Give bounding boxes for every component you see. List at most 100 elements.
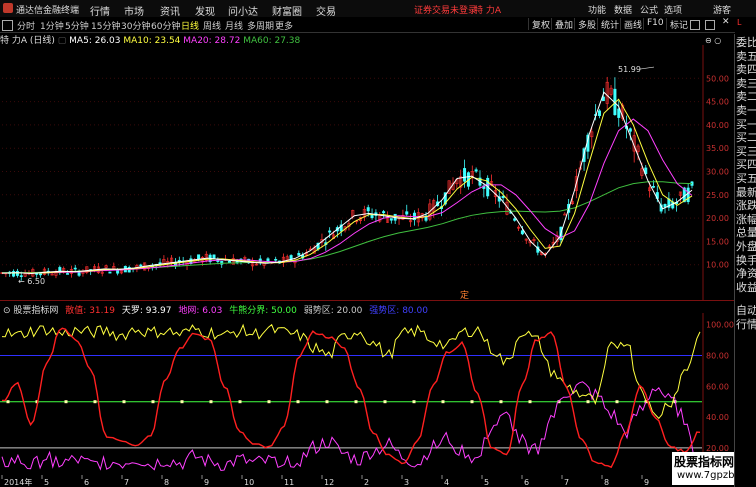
tab-15min[interactable]: 15分钟 xyxy=(91,19,120,32)
level-marker xyxy=(499,400,503,404)
quote-label[interactable]: 卖一 xyxy=(736,104,756,117)
menu-item-news[interactable]: 资讯 xyxy=(160,3,180,18)
window-icon[interactable] xyxy=(705,20,715,30)
auto-quote-label[interactable]: 自动 xyxy=(736,304,756,317)
quote-label[interactable]: 买二 xyxy=(736,131,756,144)
price-y-tick: 20.00 xyxy=(706,214,729,223)
candle-body xyxy=(108,271,112,274)
tab-more[interactable]: 更多 xyxy=(275,19,293,32)
quote-label[interactable]: 最新 xyxy=(736,186,756,199)
indicator-chart[interactable]: 20.0040.0060.0080.00100.00 xyxy=(0,313,734,475)
candle-body xyxy=(617,108,621,118)
menu-item-wealth[interactable]: 财富圈 xyxy=(272,3,302,18)
quote-label[interactable]: 总量 xyxy=(736,226,756,239)
quote-label[interactable]: 收益 xyxy=(736,281,756,294)
menu-item-discover[interactable]: 发现 xyxy=(195,3,215,18)
close-icon[interactable]: ✕ xyxy=(719,17,730,29)
candle-body xyxy=(463,168,467,182)
tab-weekly[interactable]: 周线 xyxy=(203,19,221,32)
tab-multi-period[interactable]: 多周期 xyxy=(247,19,274,32)
price-y-tick: 45.00 xyxy=(706,98,729,107)
high-price-label: 51.99 xyxy=(618,65,641,74)
level-marker xyxy=(296,400,300,404)
options-menu[interactable]: 选项 xyxy=(664,3,682,16)
price-y-tick: 25.00 xyxy=(706,191,729,200)
level-marker xyxy=(151,400,155,404)
menu-item-market[interactable]: 行情 xyxy=(90,3,110,18)
quote-label[interactable]: 卖三 xyxy=(736,77,756,90)
candle-body xyxy=(366,207,370,212)
quote-label[interactable]: 涨跌 xyxy=(736,199,756,212)
date-tick-label: 9 xyxy=(644,478,649,487)
level-marker xyxy=(64,400,68,404)
quote-label[interactable]: 换手 xyxy=(736,254,756,267)
level-marker xyxy=(122,400,126,404)
watermark-title: 股票指标网 xyxy=(674,455,735,469)
candle-body xyxy=(405,211,409,215)
quote-label[interactable]: 买三 xyxy=(736,145,756,158)
candle-body xyxy=(66,273,70,275)
layout-icon[interactable] xyxy=(690,20,700,30)
tab-monthly[interactable]: 月线 xyxy=(225,19,243,32)
level-marker xyxy=(586,400,590,404)
mark-button[interactable]: 标记 xyxy=(666,18,688,31)
candle-body xyxy=(212,254,216,259)
quote-label[interactable]: 买五 xyxy=(736,172,756,185)
quote-label[interactable]: 买四 xyxy=(736,158,756,171)
tianluo-line xyxy=(1,323,701,420)
ma5-line xyxy=(1,91,693,275)
menu-item-markets[interactable]: 市场 xyxy=(124,3,144,18)
diwang-line xyxy=(1,381,701,475)
tab-30min[interactable]: 30分钟 xyxy=(121,19,150,32)
multi-stock-button[interactable]: 多股 xyxy=(574,18,596,31)
price-y-tick: 40.00 xyxy=(706,121,729,130)
candle-body xyxy=(501,196,505,199)
quote-label[interactable]: 净资 xyxy=(736,267,756,280)
menu-icon[interactable] xyxy=(2,20,13,31)
draw-button[interactable]: 画线 xyxy=(620,18,642,31)
stats-button[interactable]: 统计 xyxy=(597,18,619,31)
candle-body xyxy=(39,273,43,276)
candle-body xyxy=(73,267,77,270)
scroll-indicator[interactable]: ⊖ ○ xyxy=(705,36,721,45)
quote-label[interactable]: 卖五 xyxy=(736,50,756,63)
adjust-button[interactable]: 复权 xyxy=(528,18,550,31)
indicator-y-tick: 60.00 xyxy=(706,382,729,391)
formula-menu[interactable]: 公式 xyxy=(640,3,658,16)
menu-item-trade[interactable]: 交易 xyxy=(316,3,336,18)
quote-label[interactable]: 卖四 xyxy=(736,63,756,76)
stock-name-header: 特 力A xyxy=(474,6,502,16)
price-chart[interactable]: 10.00 15.00 20.00 25.00 30.00 35.00 40.00 45.00… xyxy=(0,45,734,300)
candle-body xyxy=(289,255,293,262)
tab-5min[interactable]: 5分钟 xyxy=(65,19,89,32)
candle-body xyxy=(663,204,667,208)
auto-quote-label[interactable]: 行情 xyxy=(736,318,756,331)
tab-daily[interactable]: 日线 xyxy=(181,19,199,32)
quote-label[interactable]: 外盘 xyxy=(736,240,756,253)
candle-body xyxy=(389,218,393,221)
tab-1min[interactable]: 1分钟 xyxy=(40,19,64,32)
candle-body xyxy=(628,128,632,132)
date-axis: 2014年 5 6 7 8 9 10 11 12 2 3 4 5 6 7 8 9 xyxy=(1,475,649,487)
guest-user[interactable]: 游客 xyxy=(713,3,731,16)
candle-body xyxy=(297,253,301,256)
level-marker xyxy=(209,400,213,404)
function-menu[interactable]: 功能 xyxy=(588,3,606,16)
candle-body xyxy=(197,254,201,260)
menu-item-ask[interactable]: 问小达 xyxy=(228,3,258,18)
app-title: 通达信金融终端 xyxy=(16,6,80,16)
tab-intraday[interactable]: 分时 xyxy=(17,19,35,32)
overlay-button[interactable]: 叠加 xyxy=(551,18,573,31)
login-notice[interactable]: 证券交易未登录 xyxy=(414,3,477,16)
data-menu[interactable]: 数据 xyxy=(614,3,632,16)
quote-label[interactable]: 涨幅 xyxy=(736,213,756,226)
quote-label[interactable]: 买一 xyxy=(736,118,756,131)
watermark-url: www.7gpzb.com xyxy=(677,470,756,481)
tab-60min[interactable]: 60分钟 xyxy=(151,19,180,32)
f10-button[interactable]: F10 xyxy=(643,18,664,30)
quote-label[interactable]: 卖二 xyxy=(736,90,756,103)
price-y-tick: 15.00 xyxy=(706,237,729,246)
candle-body xyxy=(474,169,478,172)
quote-label[interactable]: 委比 xyxy=(736,36,756,49)
chart-divider xyxy=(0,300,734,301)
